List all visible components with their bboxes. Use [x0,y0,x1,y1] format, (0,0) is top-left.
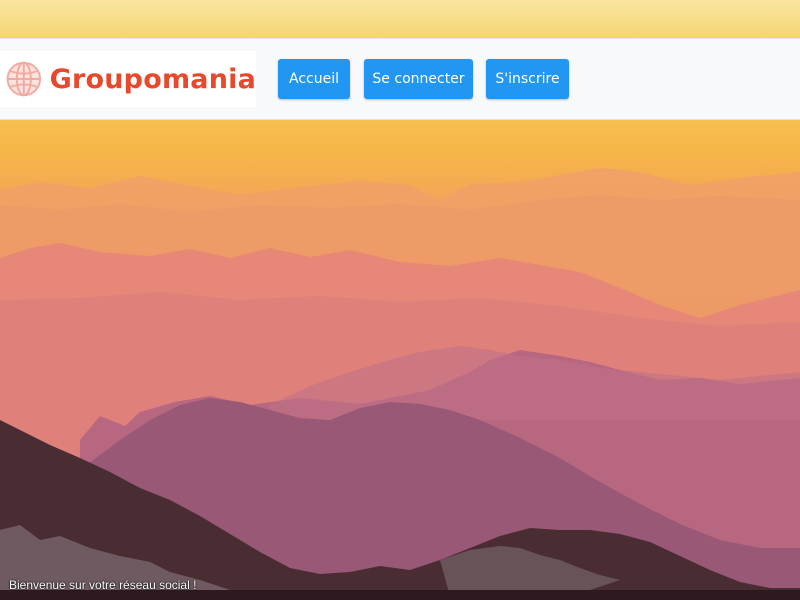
globe-icon [6,61,42,97]
signup-button[interactable]: S'inscrire [486,59,569,99]
welcome-message: Bienvenue sur votre réseau social ! [9,578,197,592]
login-button[interactable]: Se connecter [364,59,473,99]
home-button[interactable]: Accueil [278,59,350,99]
page: Groupomania Accueil Se connecter S'inscr… [0,0,800,600]
navbar: Groupomania Accueil Se connecter S'inscr… [0,38,800,120]
brand-logo[interactable]: Groupomania [0,51,256,107]
brand-name: Groupomania [49,63,256,95]
